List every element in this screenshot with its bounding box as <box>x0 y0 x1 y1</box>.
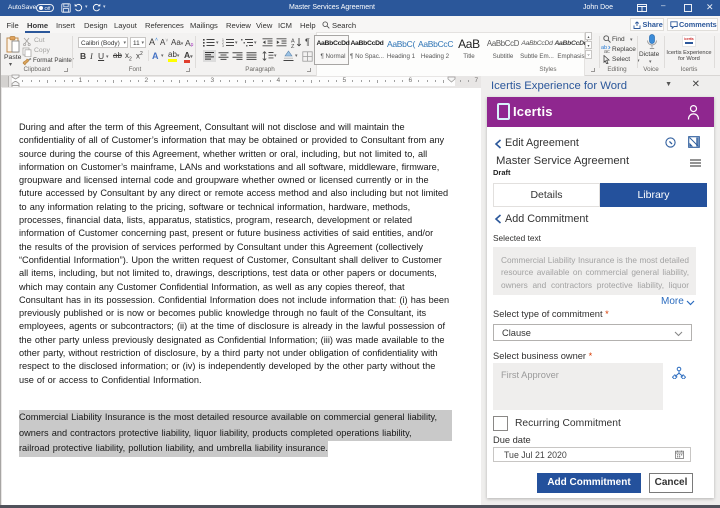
svg-text:ac: ac <box>604 49 610 53</box>
svg-text:Z: Z <box>291 44 295 48</box>
svg-text:3: 3 <box>222 44 224 47</box>
